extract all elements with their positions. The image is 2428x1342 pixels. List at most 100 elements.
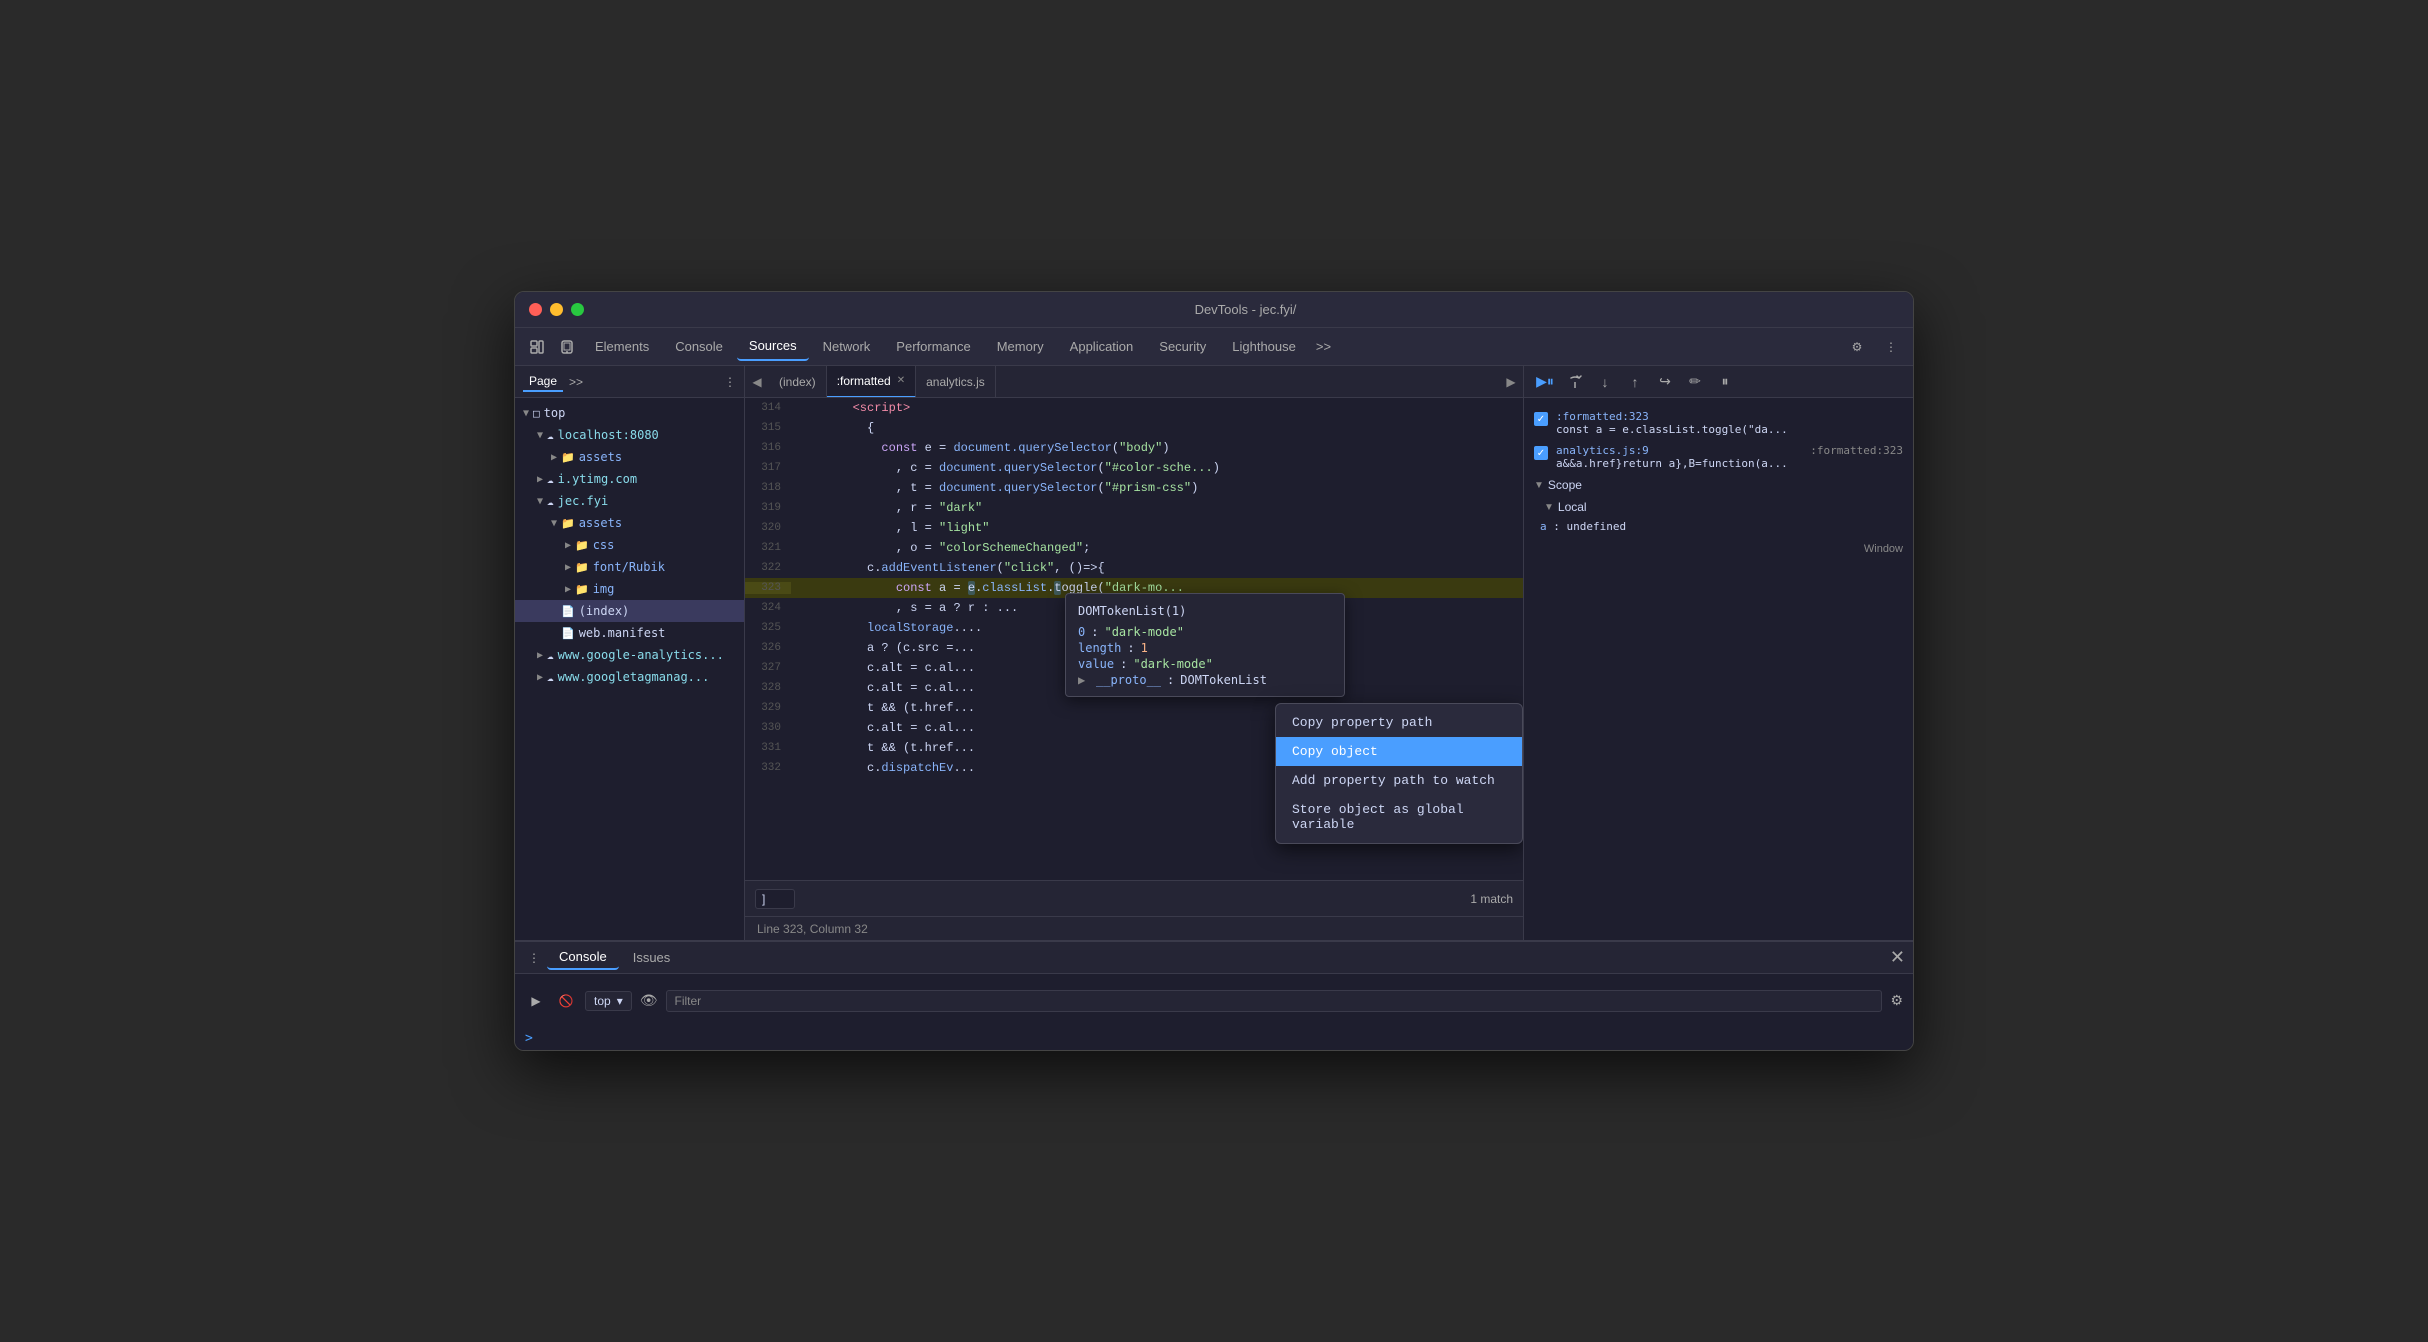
resume-btn[interactable]: ▶⏸ bbox=[1532, 369, 1558, 395]
sidebar-tree: ▼ □ top ▼ ☁ localhost:8080 ▶ 📁 assets bbox=[515, 398, 744, 940]
bottom-menu-icon[interactable]: ⋮ bbox=[523, 947, 545, 969]
tree-item-img[interactable]: ▶ 📁 img bbox=[515, 578, 744, 600]
tab-memory[interactable]: Memory bbox=[985, 333, 1056, 361]
tree-arrow-localhost: ▼ bbox=[533, 430, 547, 441]
console-chevron: > bbox=[525, 1031, 533, 1046]
more-options-icon[interactable]: ⋮ bbox=[1877, 333, 1905, 361]
tree-item-jecfyi[interactable]: ▼ ☁ jec.fyi bbox=[515, 490, 744, 512]
settings-icon[interactable]: ⚙ bbox=[1843, 333, 1871, 361]
search-match: 1 match bbox=[1470, 892, 1513, 906]
step-out-btn[interactable]: ↑ bbox=[1622, 369, 1648, 395]
tree-arrow-ytimg: ▶ bbox=[533, 474, 547, 485]
tooltip-row-length: length : 1 bbox=[1066, 640, 1344, 656]
tab-elements[interactable]: Elements bbox=[583, 333, 661, 361]
tab-security[interactable]: Security bbox=[1147, 333, 1218, 361]
sidebar-tab-page[interactable]: Page bbox=[523, 372, 563, 392]
bottom-close-icon[interactable]: ✕ bbox=[1890, 947, 1905, 968]
close-tab-formatted[interactable]: ✕ bbox=[897, 375, 905, 386]
bp-checkbox-2[interactable]: ✓ bbox=[1534, 446, 1548, 460]
tree-label-top: top bbox=[544, 406, 566, 420]
console-gear-icon[interactable]: ⚙ bbox=[1890, 992, 1903, 1009]
cloud-icon-ga: ☁ bbox=[547, 649, 554, 662]
file-tab-formatted[interactable]: :formatted ✕ bbox=[827, 366, 916, 398]
sidebar-menu-icon[interactable]: ⋮ bbox=[724, 375, 736, 389]
tree-label-gtm: www.googletagmanag... bbox=[558, 670, 710, 684]
tree-arrow-top: ▼ bbox=[519, 408, 533, 419]
file-tab-analytics[interactable]: analytics.js bbox=[916, 366, 996, 398]
file-icon-manifest: 📄 bbox=[561, 627, 575, 640]
tree-arrow-assets-local: ▶ bbox=[547, 452, 561, 463]
close-button[interactable] bbox=[529, 303, 542, 316]
sidebar-header: Page >> ⋮ bbox=[515, 366, 744, 398]
search-input[interactable]: ] bbox=[755, 889, 795, 909]
bp-filename-1: :formatted:323 bbox=[1556, 410, 1903, 423]
bp-checkbox-1[interactable]: ✓ bbox=[1534, 412, 1548, 426]
tree-item-gtm[interactable]: ▶ ☁ www.googletagmanag... bbox=[515, 666, 744, 688]
search-bar: ] 1 match bbox=[745, 880, 1523, 916]
tree-item-assets-local[interactable]: ▶ 📁 assets bbox=[515, 446, 744, 468]
scope-section-header[interactable]: ▼ Scope bbox=[1524, 474, 1913, 496]
minimize-button[interactable] bbox=[550, 303, 563, 316]
tab-console[interactable]: Console bbox=[663, 333, 735, 361]
maximize-button[interactable] bbox=[571, 303, 584, 316]
code-line-317: 317 , c = document.querySelector("#color… bbox=[745, 458, 1523, 478]
step-over-btn[interactable] bbox=[1562, 369, 1588, 395]
cloud-icon-jecfyi: ☁ bbox=[547, 495, 554, 508]
context-copy-path[interactable]: Copy property path bbox=[1276, 708, 1522, 737]
inspector-icon[interactable] bbox=[523, 333, 551, 361]
file-tab-prev-icon[interactable]: ◀ bbox=[745, 366, 769, 398]
tree-arrow-gtm: ▶ bbox=[533, 672, 547, 683]
console-clear-icon[interactable]: 🚫 bbox=[555, 990, 577, 1012]
console-top-dropdown[interactable]: top ▾ bbox=[585, 991, 632, 1011]
tree-label-localhost: localhost:8080 bbox=[558, 428, 659, 442]
tree-arrow-font: ▶ bbox=[561, 562, 575, 573]
tree-item-assets-jec[interactable]: ▼ 📁 assets bbox=[515, 512, 744, 534]
file-tab-next-icon[interactable]: ▶ bbox=[1499, 366, 1523, 398]
console-eye-icon[interactable]: 👁 bbox=[640, 992, 658, 1009]
tooltip-title: DOMTokenList(1) bbox=[1066, 602, 1344, 624]
tree-label-ga: www.google-analytics... bbox=[558, 648, 724, 662]
settings-area: ⚙ ⋮ bbox=[1843, 333, 1905, 361]
bottom-tab-issues[interactable]: Issues bbox=[621, 946, 683, 969]
tree-item-localhost[interactable]: ▼ ☁ localhost:8080 bbox=[515, 424, 744, 446]
bottom-tab-console[interactable]: Console bbox=[547, 945, 619, 970]
tree-item-css[interactable]: ▶ 📁 css bbox=[515, 534, 744, 556]
cloud-icon-gtm: ☁ bbox=[547, 671, 554, 684]
code-line-321: 321 , o = "colorSchemeChanged"; bbox=[745, 538, 1523, 558]
status-bar: Line 323, Column 32 bbox=[745, 916, 1523, 940]
step-into-btn[interactable]: ↓ bbox=[1592, 369, 1618, 395]
tree-item-ga[interactable]: ▶ ☁ www.google-analytics... bbox=[515, 644, 744, 666]
tree-item-manifest[interactable]: ▶ 📄 web.manifest bbox=[515, 622, 744, 644]
console-run-icon[interactable]: ▶ bbox=[525, 990, 547, 1012]
tree-item-index[interactable]: ▶ 📄 (index) bbox=[515, 600, 744, 622]
file-tab-index[interactable]: (index) bbox=[769, 366, 827, 398]
context-copy-object[interactable]: Copy object bbox=[1276, 737, 1522, 766]
pause-btn[interactable]: ⏸ bbox=[1712, 369, 1738, 395]
tree-item-ytimg[interactable]: ▶ ☁ i.ytimg.com bbox=[515, 468, 744, 490]
tab-application[interactable]: Application bbox=[1058, 333, 1146, 361]
context-store-global[interactable]: Store object as global variable bbox=[1276, 795, 1522, 839]
console-filter-input[interactable]: Filter bbox=[666, 990, 1883, 1012]
code-line-316: 316 const e = document.querySelector("bo… bbox=[745, 438, 1523, 458]
step-btn[interactable]: ↪ bbox=[1652, 369, 1678, 395]
folder-icon-assets-local: 📁 bbox=[561, 451, 575, 464]
tree-item-font[interactable]: ▶ 📁 font/Rubik bbox=[515, 556, 744, 578]
sidebar-more[interactable]: >> bbox=[569, 375, 583, 389]
tree-arrow-jecfyi: ▼ bbox=[533, 496, 547, 507]
tooltip-row-value: value : "dark-mode" bbox=[1066, 656, 1344, 672]
tab-network[interactable]: Network bbox=[811, 333, 883, 361]
bp-code-2: a&&a.href}return a},B=function(a... bbox=[1556, 457, 1802, 470]
more-tabs[interactable]: >> bbox=[1310, 339, 1337, 354]
left-sidebar: Page >> ⋮ ▼ □ top ▼ ☁ localhost:8080 bbox=[515, 366, 745, 940]
scope-item-a: a : undefined bbox=[1524, 518, 1913, 535]
tab-performance[interactable]: Performance bbox=[884, 333, 982, 361]
tab-lighthouse[interactable]: Lighthouse bbox=[1220, 333, 1308, 361]
deactivate-btn[interactable]: ✏ bbox=[1682, 369, 1708, 395]
tree-item-top[interactable]: ▼ □ top bbox=[515, 402, 744, 424]
device-icon[interactable] bbox=[553, 333, 581, 361]
context-add-watch[interactable]: Add property path to watch bbox=[1276, 766, 1522, 795]
tab-sources[interactable]: Sources bbox=[737, 333, 809, 361]
code-area[interactable]: 314 <script> 315 { 316 const e = documen… bbox=[745, 398, 1523, 880]
local-section-header[interactable]: ▼ Local bbox=[1524, 496, 1913, 518]
scope-arrow: ▼ bbox=[1534, 480, 1544, 491]
